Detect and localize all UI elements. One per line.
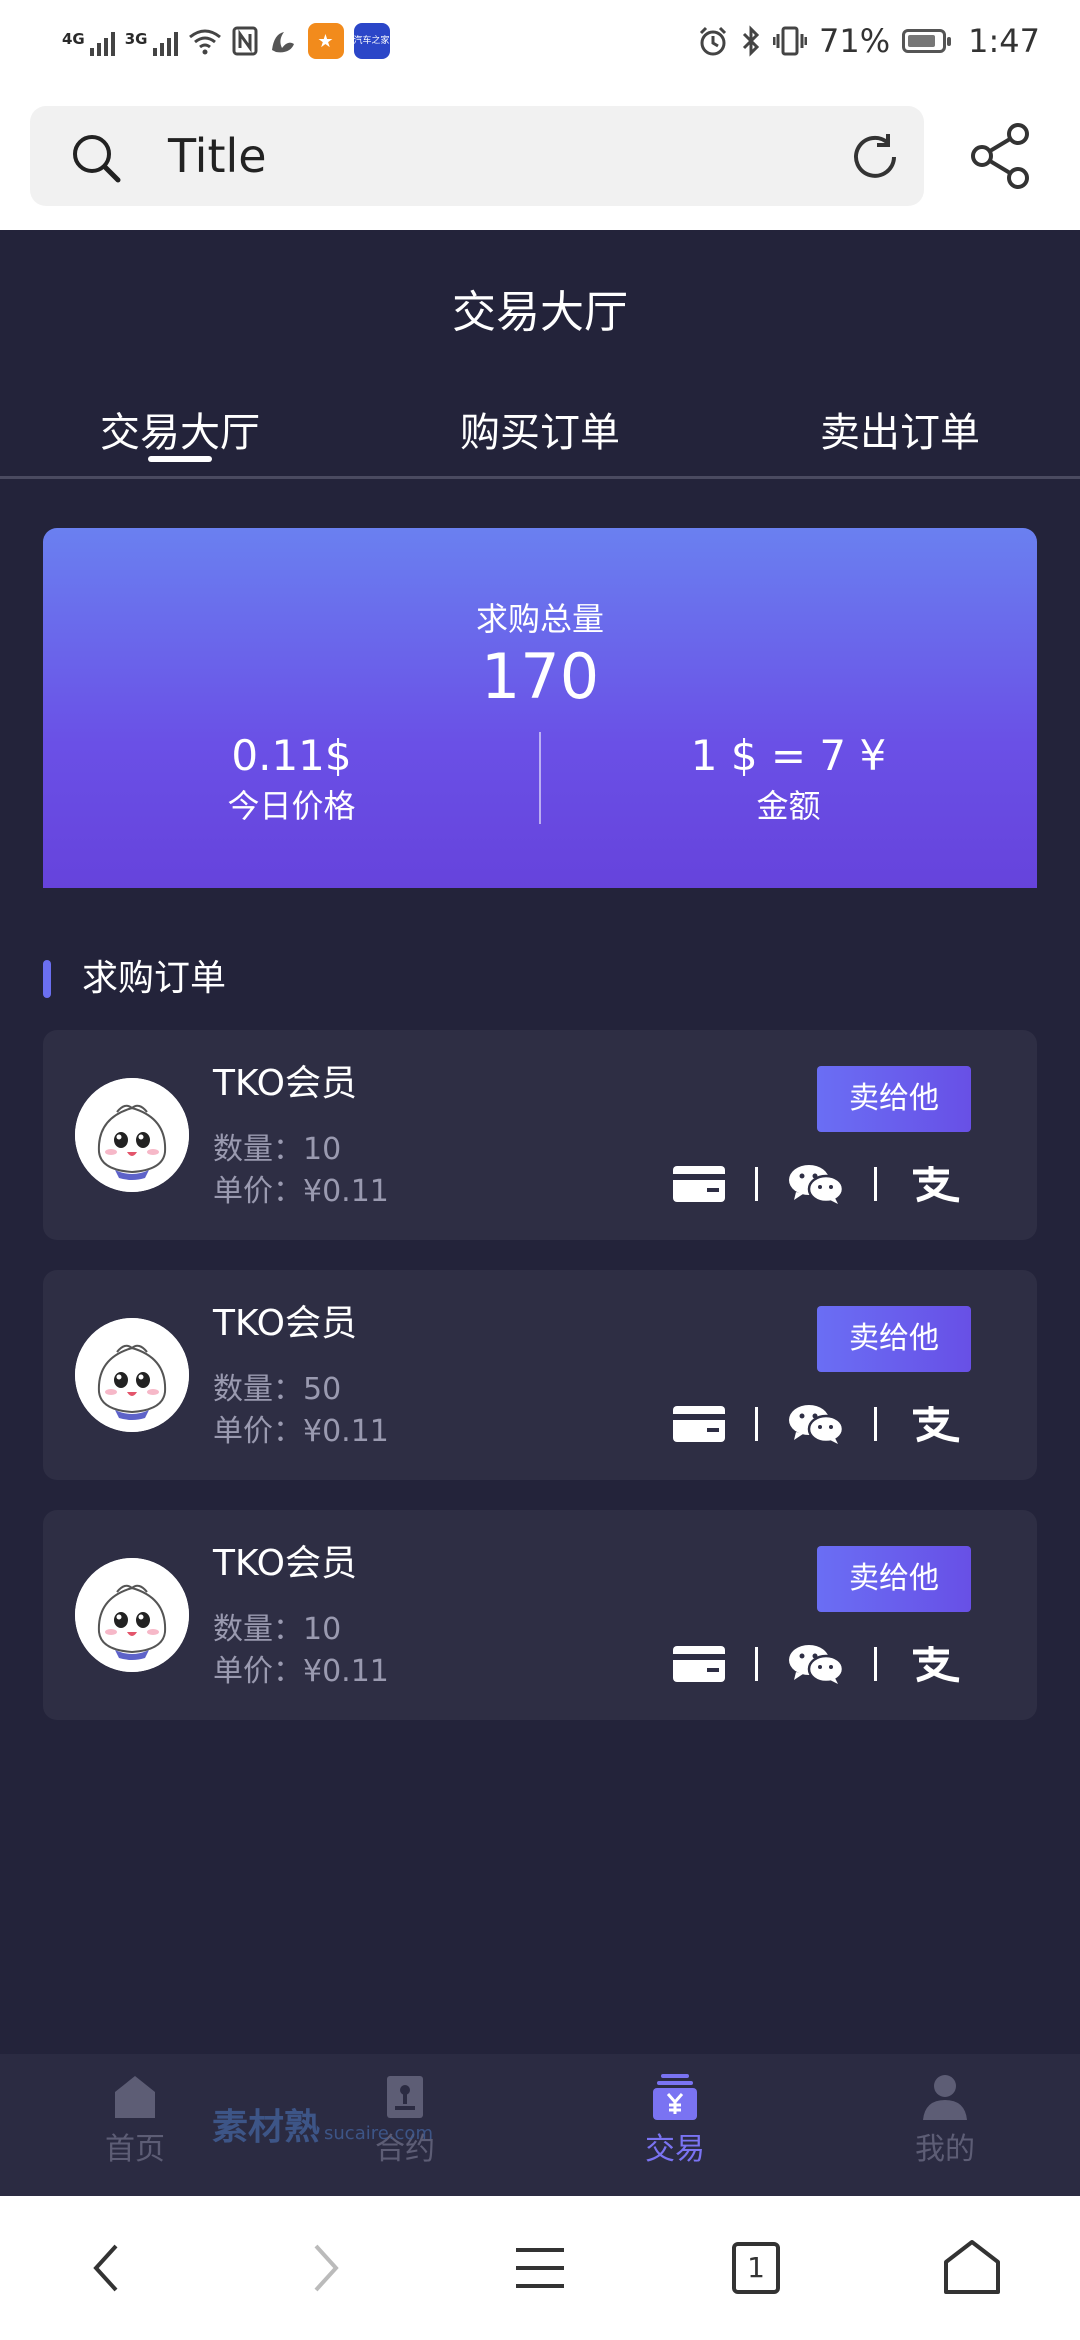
bank-card-icon (673, 1406, 725, 1442)
wifi-icon (188, 29, 221, 55)
status-left: 4G 3G ★ 汽车之家 (62, 18, 390, 64)
wechat-pay-icon (789, 1645, 844, 1684)
bun-mascot-icon (75, 1078, 189, 1192)
exchange-rate-label: 金额 (756, 787, 821, 825)
order-unit-price: 单价：¥0.11 (213, 1174, 389, 1209)
page-url-title[interactable]: Title (168, 126, 267, 186)
menu-icon[interactable] (504, 2232, 576, 2304)
payment-separator (755, 1647, 758, 1681)
browser-bottom-toolbar: 1 (0, 2196, 1080, 2340)
avatar (75, 1318, 189, 1432)
bank-card-icon (673, 1166, 725, 1202)
exchange-rate-value: 1 $ = 7 ¥ (690, 731, 887, 780)
order-name: TKO会员 (213, 1303, 357, 1344)
app-notification-icon: ★ (307, 23, 344, 59)
address-bar[interactable]: Title (30, 106, 924, 206)
home-browser-icon[interactable] (936, 2232, 1008, 2304)
order-quantity: 数量：10 (213, 1612, 342, 1647)
search-icon[interactable] (70, 132, 122, 184)
payment-separator (874, 1407, 877, 1441)
today-price-value: 0.11$ (231, 731, 352, 780)
sell-to-him-button[interactable]: 卖给他 (817, 1306, 971, 1372)
order-card: TKO会员 数量：50 单价：¥0.11 卖给他 (43, 1270, 1037, 1480)
active-tab-indicator (148, 456, 212, 462)
order-card: TKO会员 数量：10 单价：¥0.11 卖给他 (43, 1510, 1037, 1720)
bluetooth-icon (742, 25, 760, 57)
nav-trade-label: 交易 (645, 2132, 705, 2167)
autohome-label: 汽车之家 (353, 36, 390, 46)
alipay-icon (913, 1166, 960, 1203)
net-type-2: 3G (124, 30, 148, 48)
order-name: TKO会员 (213, 1543, 357, 1584)
tab-bar: 交易大厅 购买订单 卖出订单 (0, 400, 1080, 479)
rate-column: 1 $ = 7 ¥ 金额 (540, 728, 1037, 828)
back-icon[interactable] (72, 2232, 144, 2304)
profile-icon (923, 2075, 967, 2120)
bun-mascot-icon (75, 1318, 189, 1432)
order-card: TKO会员 数量：10 单价：¥0.11 卖给他 (43, 1030, 1037, 1240)
alipay-icon (913, 1646, 960, 1683)
bank-card-icon (673, 1646, 725, 1682)
net-type-1: 4G (62, 30, 85, 48)
section-accent-bar (43, 960, 51, 998)
tabs-count: 1 (747, 2251, 765, 2284)
tab-buy-orders[interactable]: 购买订单 (400, 400, 680, 466)
share-icon[interactable] (966, 120, 1038, 192)
summary-card: 求购总量 170 0.11$ 今日价格 1 $ = 7 ¥ 金额 (43, 528, 1037, 888)
alarm-icon (699, 26, 727, 56)
payment-separator (755, 1167, 758, 1201)
watermark-url: sucaire.com (324, 2123, 433, 2144)
bottom-nav: 首页 合约 交易 我的 (0, 2054, 1080, 2196)
trade-icon (653, 2074, 697, 2120)
nav-mine[interactable]: 我的 (810, 2072, 1080, 2172)
payment-methods (673, 1404, 961, 1444)
payment-separator (755, 1407, 758, 1441)
order-unit-price: 单价：¥0.11 (213, 1414, 389, 1449)
payment-methods (673, 1164, 961, 1204)
order-quantity: 数量：10 (213, 1132, 342, 1167)
battery-percent: 71% (819, 22, 891, 60)
payment-separator (874, 1647, 877, 1681)
watermark-text: 素材熟 (212, 2107, 321, 2148)
tab-sell-orders[interactable]: 卖出订单 (760, 400, 1040, 466)
page-title: 交易大厅 (452, 287, 628, 338)
signal-3g-icon: 3G (125, 26, 178, 56)
nfc-icon (232, 26, 257, 56)
alipay-icon (913, 1406, 960, 1443)
nav-mine-label: 我的 (915, 2132, 975, 2167)
section-title: 求购订单 (82, 958, 227, 999)
avatar (75, 1558, 189, 1672)
payment-methods (673, 1644, 961, 1684)
vibrate-icon (773, 26, 808, 56)
total-label: 求购总量 (475, 600, 604, 638)
total-value: 170 (480, 640, 600, 713)
forward-icon[interactable] (288, 2232, 360, 2304)
avatar (75, 1078, 189, 1192)
sell-to-him-button[interactable]: 卖给他 (817, 1066, 971, 1132)
autohome-icon: 汽车之家 (353, 23, 390, 59)
order-name: TKO会员 (213, 1063, 357, 1104)
sell-to-him-button[interactable]: 卖给他 (817, 1546, 971, 1612)
wechat-pay-icon (789, 1165, 844, 1204)
battery-icon (902, 29, 952, 53)
uc-browser-icon (271, 32, 294, 53)
watermark: 素材熟 sucaire.com (212, 2098, 433, 2150)
order-unit-price: 单价：¥0.11 (213, 1654, 389, 1689)
signal-4g-icon: 4G (62, 26, 115, 56)
home-icon (115, 2076, 155, 2118)
reload-icon[interactable] (848, 130, 902, 184)
today-price-label: 今日价格 (227, 787, 356, 825)
status-bar: 4G 3G ★ 汽车之家 71% 1:47 (0, 0, 1080, 82)
clock: 1:47 (968, 22, 1040, 60)
bun-mascot-icon (75, 1558, 189, 1672)
status-right: 71% 1:47 (697, 18, 1040, 64)
payment-separator (874, 1167, 877, 1201)
browser-toolbar: Title (0, 82, 1080, 230)
wechat-pay-icon (789, 1405, 844, 1444)
tabs-count-icon: 1 (732, 2242, 780, 2294)
order-quantity: 数量：50 (213, 1372, 342, 1407)
nav-trade[interactable]: 交易 (540, 2072, 810, 2172)
price-column: 0.11$ 今日价格 (43, 728, 540, 828)
tabs-button[interactable]: 1 (720, 2232, 792, 2304)
